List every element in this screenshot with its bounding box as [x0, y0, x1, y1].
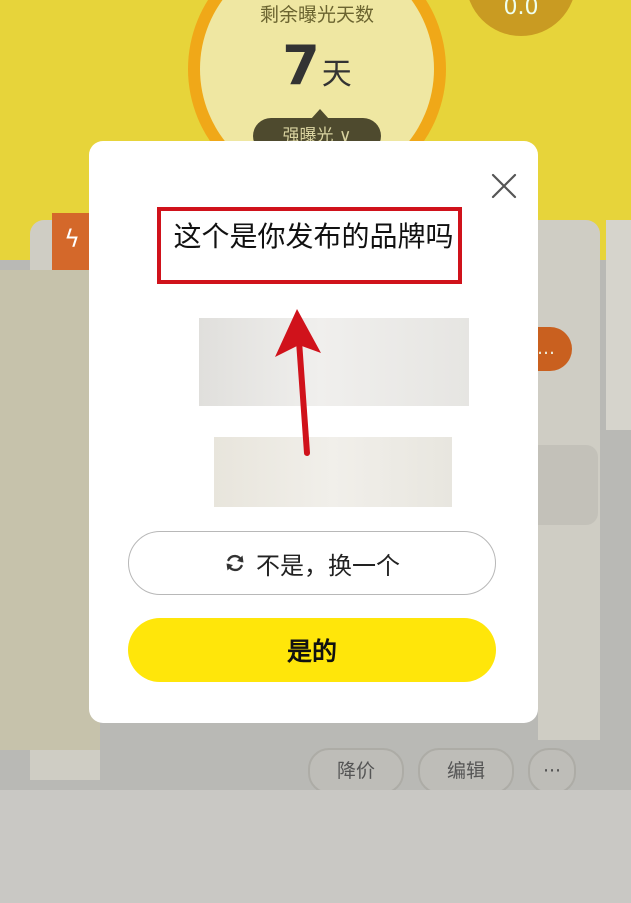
not-this-brand-button[interactable]: 不是，换一个 — [128, 531, 496, 595]
dialog-question: 这个是你发布的品牌吗 — [173, 220, 454, 253]
brand-confirm-dialog: 这个是你发布的品牌吗 不是，换一个 是的 — [89, 141, 538, 723]
brand-logo-image — [199, 318, 469, 406]
price-cut-button[interactable]: 降价 — [308, 748, 404, 794]
more-button[interactable]: ··· — [528, 748, 576, 794]
blurred-thumbnail — [0, 270, 100, 750]
brand-name-image — [214, 437, 452, 507]
not-button-label: 不是，换一个 — [256, 551, 400, 580]
close-icon[interactable] — [487, 169, 521, 203]
days-number: 7 — [282, 34, 320, 97]
edit-button[interactable]: 编辑 — [418, 748, 514, 794]
side-card-edge — [606, 220, 631, 430]
remaining-days-label: 剩余曝光天数 — [259, 4, 374, 26]
confirm-yes-button[interactable]: 是的 — [128, 618, 496, 682]
bolt-icon: ϟ — [52, 213, 92, 281]
refresh-icon — [226, 554, 244, 572]
yes-button-label: 是的 — [286, 637, 337, 666]
side-panel — [538, 445, 598, 525]
remaining-days-value: 7天 — [230, 34, 404, 97]
bottom-area — [0, 790, 631, 903]
days-unit: 天 — [321, 57, 352, 92]
